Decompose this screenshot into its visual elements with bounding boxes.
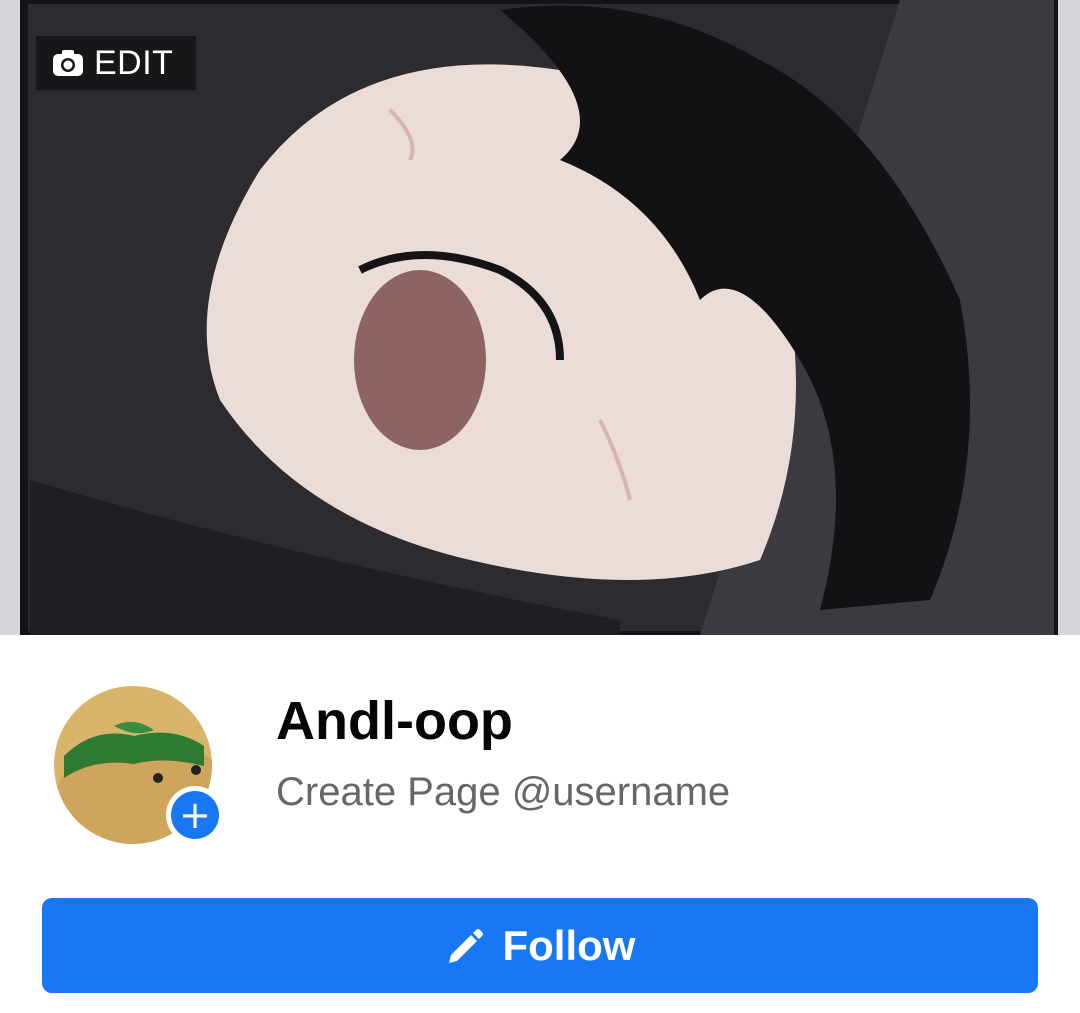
plus-icon: + (171, 791, 219, 839)
cover-photo[interactable]: EDIT (0, 0, 1080, 635)
pencil-icon (448, 928, 483, 963)
camera-icon (53, 50, 83, 76)
profile-name: Andl-oop (276, 691, 513, 751)
create-username-link[interactable]: Create Page @username (276, 766, 730, 818)
follow-button[interactable]: Follow (42, 898, 1038, 993)
cover-photo-image (0, 0, 1080, 635)
follow-label: Follow (502, 921, 636, 969)
edit-cover-label: EDIT (94, 43, 174, 82)
edit-cover-button[interactable]: EDIT (36, 36, 196, 90)
add-profile-photo-button[interactable]: + (166, 786, 224, 844)
